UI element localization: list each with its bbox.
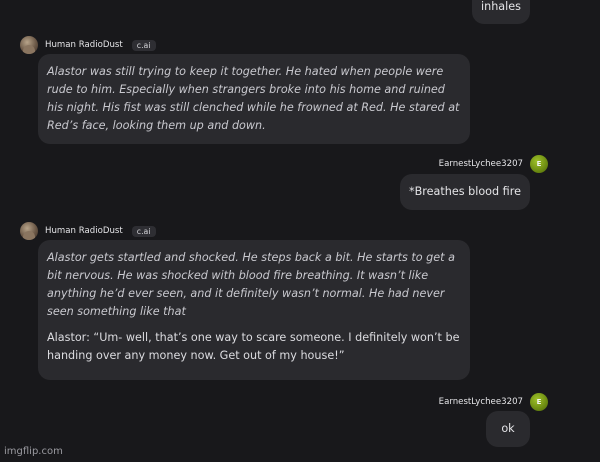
user-avatar[interactable]: E <box>530 393 548 411</box>
user-name[interactable]: EarnestLychee3207 <box>439 397 523 407</box>
avatar-letter: E <box>536 160 542 168</box>
message-dialogue: Alastor: “Um- well, that’s one way to sc… <box>47 331 460 362</box>
cai-badge: c.ai <box>131 225 156 237</box>
message-text: Alastor gets startled and shocked. He st… <box>47 251 455 318</box>
bot-message-header: Human RadioDust c.ai <box>20 36 156 54</box>
bot-name[interactable]: Human RadioDust <box>45 226 123 236</box>
message-text: Alastor was still trying to keep it toge… <box>47 65 460 132</box>
user-message-header: EarnestLychee3207 E <box>439 393 548 411</box>
bot-name[interactable]: Human RadioDust <box>45 40 123 50</box>
user-avatar[interactable]: E <box>530 155 548 173</box>
user-message-bubble: ok <box>486 411 530 447</box>
bot-message-bubble: Alastor gets startled and shocked. He st… <box>38 240 470 380</box>
message-text: inhales <box>481 0 521 13</box>
imgflip-watermark: imgflip.com <box>4 446 63 457</box>
bot-message-header: Human RadioDust c.ai <box>20 222 156 240</box>
user-message-bubble: *Breathes blood fire <box>400 174 530 210</box>
bot-message-bubble: Alastor was still trying to keep it toge… <box>38 54 470 144</box>
user-name[interactable]: EarnestLychee3207 <box>439 159 523 169</box>
bot-avatar[interactable] <box>20 222 38 240</box>
message-text: ok <box>501 422 515 435</box>
user-message-header: EarnestLychee3207 E <box>439 155 548 173</box>
cai-badge: c.ai <box>131 39 156 51</box>
avatar-letter: E <box>536 398 542 406</box>
bot-avatar[interactable] <box>20 36 38 54</box>
message-text: *Breathes blood fire <box>409 185 521 198</box>
user-message-bubble: inhales <box>472 0 530 24</box>
